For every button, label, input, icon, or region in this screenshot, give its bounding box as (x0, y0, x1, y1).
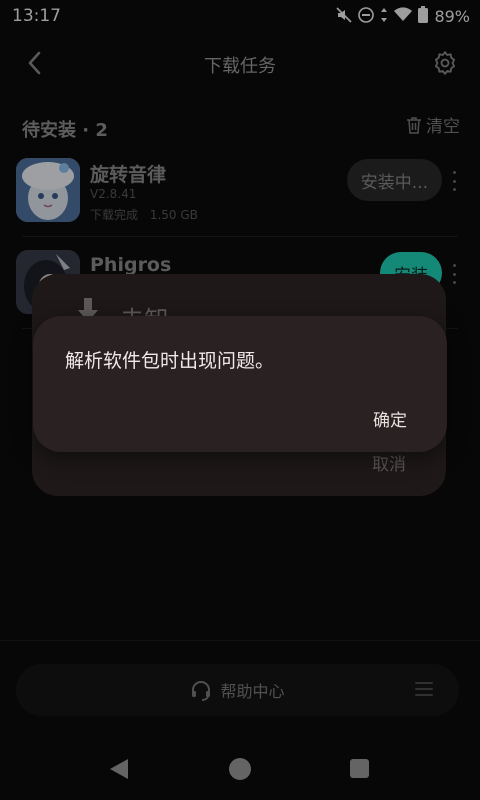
dialog-message: 解析软件包时出现问题。 (65, 350, 275, 372)
sheet-cancel-button[interactable]: 取消 (372, 450, 406, 475)
ok-button[interactable]: 确定 (373, 404, 407, 433)
error-dialog: 解析软件包时出现问题。 确定 (33, 316, 447, 452)
